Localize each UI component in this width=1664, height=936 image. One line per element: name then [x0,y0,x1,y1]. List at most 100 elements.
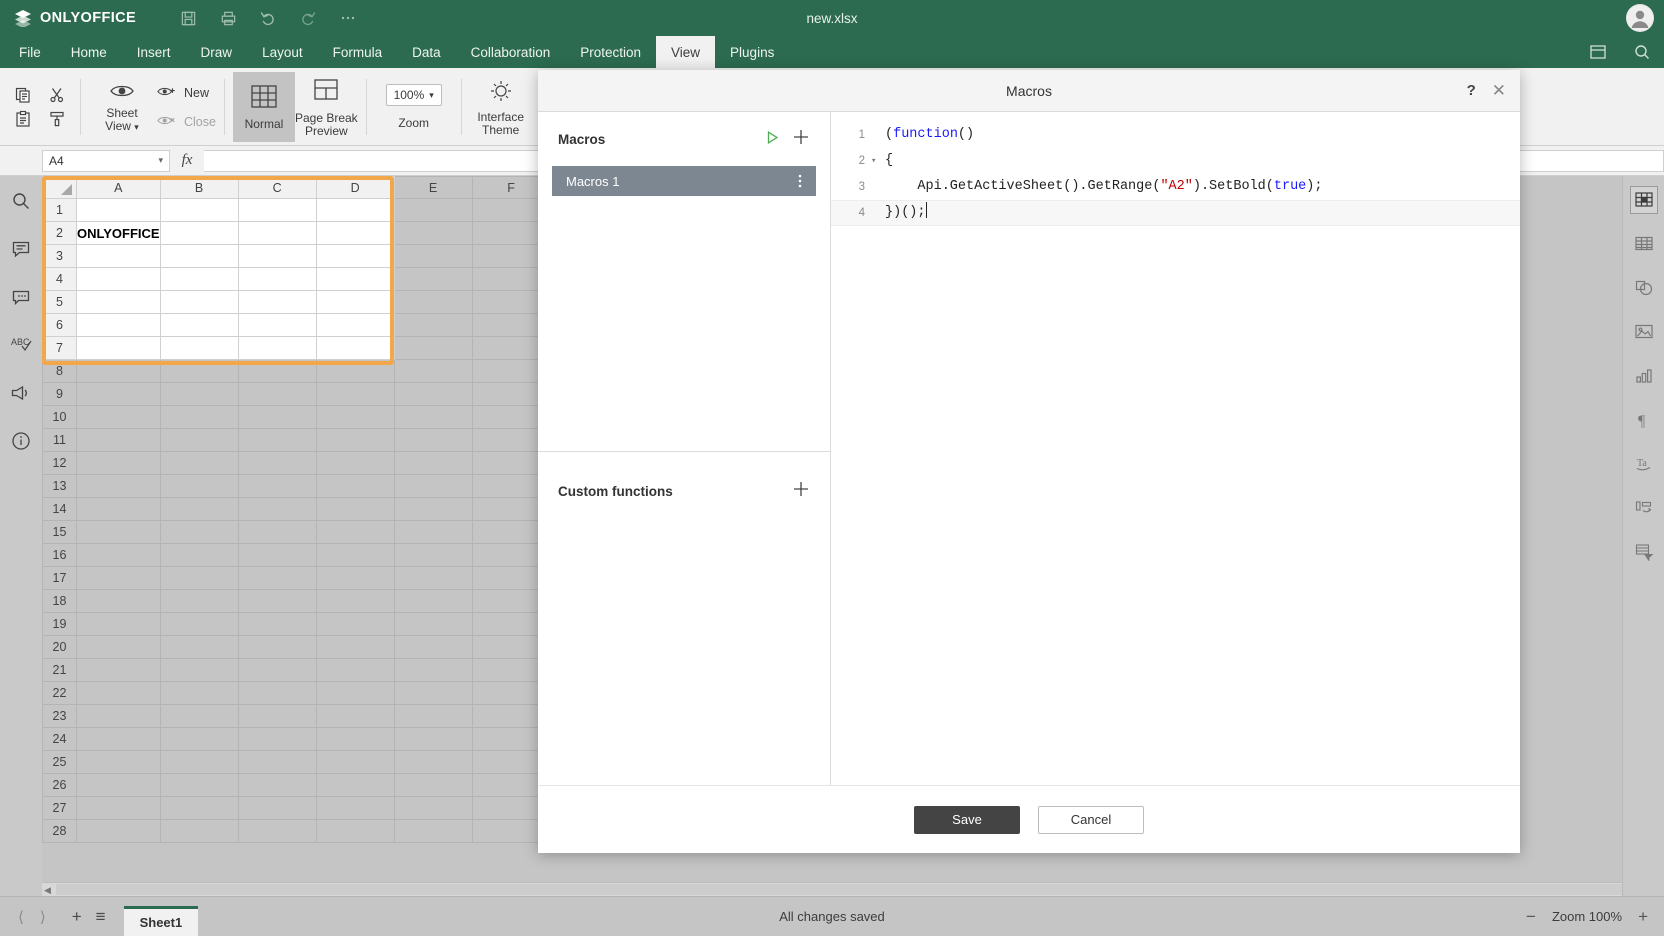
comments-icon[interactable] [8,236,34,262]
table-settings-icon[interactable] [1630,230,1658,258]
cell-d3[interactable] [315,244,395,268]
cell-settings-icon[interactable] [1629,186,1658,214]
search-icon[interactable] [1620,36,1664,68]
cell-d8[interactable] [315,359,395,383]
cell-d21[interactable] [315,658,395,682]
cell-a6[interactable] [76,313,161,337]
macro-code-editor[interactable]: 1 (function() 2 ▾{3 Api.GetActiveSheet().Ge… [831,112,1520,785]
select-all-corner[interactable] [42,176,77,199]
cell-c23[interactable] [237,704,317,728]
cell-b13[interactable] [159,474,239,498]
row-header-17[interactable]: 17 [42,566,77,590]
cell-d15[interactable] [315,520,395,544]
cell-e21[interactable] [393,658,473,682]
cell-d18[interactable] [315,589,395,613]
macro-options-icon[interactable] [798,173,802,189]
cell-a15[interactable] [76,520,161,544]
column-header-c[interactable]: C [237,176,317,199]
cell-d25[interactable] [315,750,395,774]
cell-e22[interactable] [393,681,473,705]
menu-tab-plugins[interactable]: Plugins [715,36,789,68]
cell-b1[interactable] [159,198,239,222]
cell-b20[interactable] [159,635,239,659]
cell-a13[interactable] [76,474,161,498]
cell-c4[interactable] [237,267,317,291]
cell-e9[interactable] [393,382,473,406]
cell-a25[interactable] [76,750,161,774]
cell-e7[interactable] [393,336,473,360]
column-header-a[interactable]: A [76,176,161,199]
cell-a4[interactable] [76,267,161,291]
row-header-4[interactable]: 4 [42,267,77,291]
text-art-settings-icon[interactable]: Ta [1630,450,1658,478]
cell-e28[interactable] [393,819,473,843]
cell-e18[interactable] [393,589,473,613]
paragraph-settings-icon[interactable]: ¶ [1630,406,1658,434]
row-header-6[interactable]: 6 [42,313,77,337]
chat-icon[interactable] [8,284,34,310]
cell-a5[interactable] [76,290,161,314]
cell-e20[interactable] [393,635,473,659]
cut-icon[interactable] [48,86,66,104]
cell-c5[interactable] [237,290,317,314]
cell-c18[interactable] [237,589,317,613]
view-settings-icon[interactable] [1576,36,1620,68]
cell-d19[interactable] [315,612,395,636]
cell-c24[interactable] [237,727,317,751]
cell-b23[interactable] [159,704,239,728]
cell-c19[interactable] [237,612,317,636]
row-header-8[interactable]: 8 [42,359,77,383]
cell-a14[interactable] [76,497,161,521]
menu-tab-file[interactable]: File [4,36,56,68]
slicer-settings-icon[interactable] [1630,494,1658,522]
normal-view-button[interactable]: Normal [232,72,295,142]
more-icon[interactable] [328,0,368,36]
help-icon[interactable]: ? [1467,82,1476,99]
cell-d5[interactable] [315,290,395,314]
cell-d27[interactable] [315,796,395,820]
row-header-11[interactable]: 11 [42,428,77,452]
zoom-select[interactable]: 100% ▾ [385,84,442,106]
cell-c21[interactable] [237,658,317,682]
cell-a9[interactable] [76,382,161,406]
row-header-10[interactable]: 10 [42,405,77,429]
cell-d22[interactable] [315,681,395,705]
cell-b27[interactable] [159,796,239,820]
pivot-settings-icon[interactable] [1630,538,1658,566]
cell-e2[interactable] [393,221,473,245]
interface-theme-button[interactable]: Interface Theme [470,72,532,142]
cell-b14[interactable] [159,497,239,521]
row-header-22[interactable]: 22 [42,681,77,705]
cell-b25[interactable] [159,750,239,774]
cell-b8[interactable] [159,359,239,383]
shape-settings-icon[interactable] [1630,274,1658,302]
zoom-in-button[interactable]: + [1638,907,1648,927]
sheet-tab-sheet1[interactable]: Sheet1 [123,906,199,936]
cell-d16[interactable] [315,543,395,567]
cell-c15[interactable] [237,520,317,544]
column-header-b[interactable]: B [159,176,239,199]
menu-tab-data[interactable]: Data [397,36,456,68]
cell-c3[interactable] [237,244,317,268]
row-header-7[interactable]: 7 [42,336,77,360]
macros-dialog[interactable]: Macros ? ✕ Macros Macros 1 Custom functi… [538,70,1520,853]
cell-e25[interactable] [393,750,473,774]
feedback-icon[interactable] [8,380,34,406]
code-line[interactable]: 4})(); [831,200,1520,226]
cell-b9[interactable] [159,382,239,406]
row-header-24[interactable]: 24 [42,727,77,751]
cell-e17[interactable] [393,566,473,590]
code-line[interactable]: 3 Api.GetActiveSheet().GetRange("A2").Se… [831,174,1520,200]
spellcheck-icon[interactable]: ABC [8,332,34,358]
cell-e19[interactable] [393,612,473,636]
name-box[interactable]: A4 ▾ [42,149,170,172]
cell-b4[interactable] [159,267,239,291]
list-item[interactable]: Macros 1 [552,166,816,196]
cell-c27[interactable] [237,796,317,820]
cell-b26[interactable] [159,773,239,797]
menu-tab-collaboration[interactable]: Collaboration [456,36,566,68]
paste-icon[interactable] [14,110,32,128]
cell-e15[interactable] [393,520,473,544]
code-line[interactable]: 1 (function() [831,122,1520,148]
cell-e14[interactable] [393,497,473,521]
